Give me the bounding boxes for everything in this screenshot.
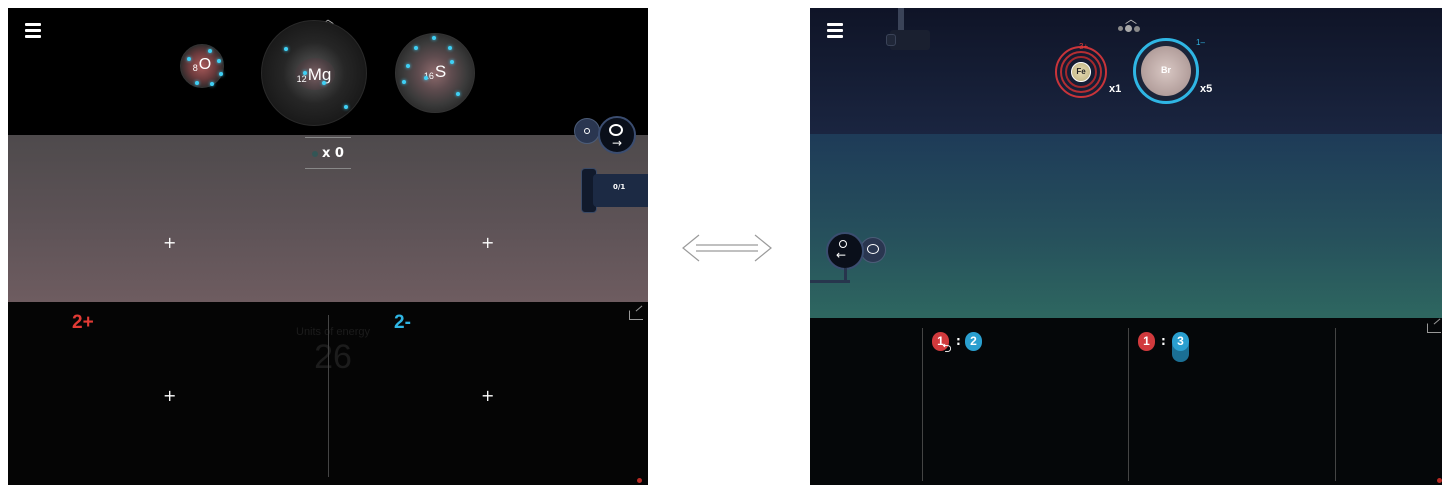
play-area[interactable]: [810, 134, 1442, 318]
anion-count-badge: 3: [1172, 332, 1189, 351]
atom-number: 12: [296, 74, 307, 84]
ion-multiplier: x5: [1200, 83, 1213, 95]
minimize-icon[interactable]: [629, 310, 643, 320]
atom-oxygen[interactable]: 8O: [180, 44, 224, 88]
ion-symbol: Fe: [1076, 67, 1086, 76]
atom-number: 8: [192, 63, 198, 73]
drop-target-plus-icon[interactable]: +: [163, 235, 176, 251]
anion-count-badge: 2: [965, 332, 982, 351]
electron-toggle[interactable]: →: [574, 116, 636, 156]
atom-sulfur[interactable]: 16S: [395, 33, 475, 113]
energy-label: Units of energy: [296, 326, 370, 338]
atom-magnesium[interactable]: 12Mg: [261, 20, 367, 126]
electron-gun[interactable]: 0/1: [581, 168, 648, 213]
ratio-colon: :: [956, 334, 961, 348]
cation-charge-label: 2+: [72, 312, 94, 333]
swap-arrow-icon: ⮌: [942, 341, 952, 355]
minimize-icon[interactable]: [1427, 323, 1441, 333]
electron-toggle[interactable]: ←: [826, 232, 890, 270]
arrow-left-icon: ←: [836, 248, 847, 262]
status-dot: [1437, 478, 1442, 483]
tray-dots-icon: [1118, 25, 1140, 32]
drop-target-plus-icon[interactable]: +: [163, 388, 176, 404]
ion-symbol: Br: [1160, 65, 1171, 75]
drop-target-plus-icon[interactable]: +: [481, 235, 494, 251]
tray-divider: [1128, 328, 1129, 481]
double-headed-arrow-icon: [682, 234, 772, 262]
compound-tray: [810, 318, 1442, 485]
ion-charge: 1–: [1196, 38, 1205, 47]
hamburger-menu-icon[interactable]: [827, 23, 843, 38]
tray-divider: [1335, 328, 1336, 481]
chevron-up-icon[interactable]: ︿: [1121, 13, 1141, 25]
ion-charge: 3+: [1079, 42, 1089, 51]
gun-counter: 0/1: [613, 183, 626, 191]
atom-symbol: S: [434, 62, 447, 81]
left-simulation-panel: ︿ 8O 12Mg 16S x 0 + + 0/1 → 2+ 2- Units …: [8, 8, 648, 485]
hamburger-menu-icon[interactable]: [25, 23, 41, 38]
arrow-right-icon: →: [612, 136, 623, 150]
ion-iron[interactable]: Fe: [1055, 46, 1107, 98]
tray-divider: [922, 328, 923, 481]
atom-symbol: O: [198, 56, 212, 73]
energy-value: 26: [314, 338, 352, 376]
toggle-stand: [844, 268, 847, 282]
atom-tray: ︿ Fe 3+ x1 Br 1– x5: [810, 8, 1442, 134]
tray-divider: [328, 315, 329, 477]
anion-charge-label: 2-: [394, 312, 411, 333]
ion-bromine[interactable]: Br: [1133, 38, 1199, 104]
ion-multiplier: x1: [1109, 83, 1122, 95]
divider-line: [305, 168, 351, 169]
atom-symbol: Mg: [307, 65, 332, 84]
pipe: [882, 8, 930, 52]
drop-target-plus-icon[interactable]: +: [481, 388, 494, 404]
status-dot: [637, 478, 642, 483]
electron-counter: x 0: [305, 146, 351, 161]
atom-tray: ︿ 8O 12Mg 16S: [8, 8, 648, 135]
divider-line: [305, 137, 351, 138]
ratio-colon: :: [1161, 334, 1166, 348]
right-simulation-panel: ︿ Fe 3+ x1 Br 1– x5 ← 1 ⮌: 2 1: 3: [810, 8, 1442, 485]
cation-count-badge: 1: [1138, 332, 1155, 351]
